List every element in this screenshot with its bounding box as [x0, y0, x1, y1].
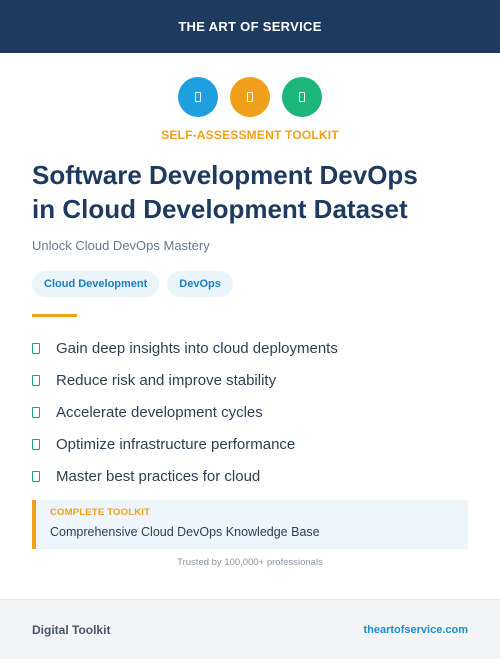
callout-label: COMPLETE TOOLKIT — [50, 507, 151, 518]
callout-text: Comprehensive Cloud DevOps Knowledge Bas… — [50, 525, 320, 539]
accent-divider — [32, 314, 77, 317]
subtitle: Unlock Cloud DevOps Mastery — [32, 238, 210, 253]
benefit-text: Optimize infrastructure performance — [56, 435, 296, 453]
footer: Digital Toolkit theartofservice.com — [0, 599, 500, 659]
benefit-text: Reduce risk and improve stability — [56, 371, 277, 389]
benefit-item: Reduce risk and improve stability — [32, 364, 338, 396]
blue-badge-icon — [178, 77, 218, 117]
orange-badge-icon — [230, 77, 270, 117]
check-icon — [32, 342, 40, 354]
benefit-list: Gain deep insights into cloud deployment… — [32, 332, 338, 492]
toolkit-callout: COMPLETE TOOLKIT Comprehensive Cloud Dev… — [32, 500, 468, 549]
benefit-text: Master best practices for cloud — [56, 467, 261, 485]
page-title: Software Development DevOps in Cloud Dev… — [32, 158, 482, 226]
benefit-item: Gain deep insights into cloud deployment… — [32, 332, 338, 364]
benefit-item: Master best practices for cloud — [32, 460, 338, 492]
brand-name: THE ART OF SERVICE — [178, 19, 322, 34]
website-link[interactable]: theartofservice.com — [363, 624, 468, 636]
benefit-item: Accelerate development cycles — [32, 396, 338, 428]
benefit-item: Optimize infrastructure performance — [32, 428, 338, 460]
check-icon — [32, 374, 40, 386]
title-line-1: Software Development DevOps — [32, 160, 418, 190]
green-badge-icon — [282, 77, 322, 117]
top-banner: THE ART OF SERVICE — [0, 0, 500, 53]
check-icon — [32, 406, 40, 418]
icon-row — [0, 77, 500, 117]
footer-label: Digital Toolkit — [32, 622, 111, 637]
tag-devops[interactable]: DevOps — [167, 271, 233, 297]
tag-list: Cloud Development DevOps — [32, 271, 233, 297]
title-line-2: in Cloud Development Dataset — [32, 194, 408, 224]
tag-cloud-development[interactable]: Cloud Development — [32, 271, 160, 297]
check-icon — [32, 438, 40, 450]
check-icon — [32, 470, 40, 482]
eyebrow-label: SELF-ASSESSMENT TOOLKIT — [161, 128, 339, 142]
benefit-text: Gain deep insights into cloud deployment… — [56, 339, 338, 357]
trust-note: Trusted by 100,000+ professionals — [177, 557, 323, 568]
benefit-text: Accelerate development cycles — [56, 403, 263, 421]
